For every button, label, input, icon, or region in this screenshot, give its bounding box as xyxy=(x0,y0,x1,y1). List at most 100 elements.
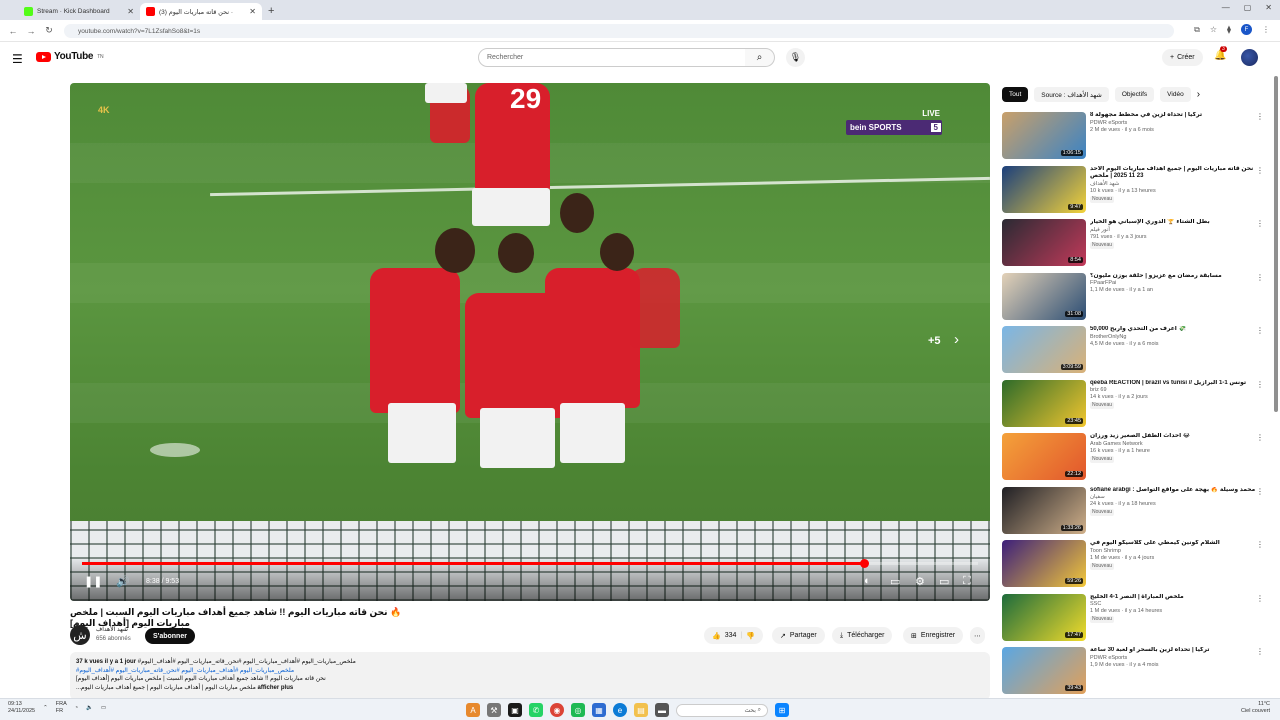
windows-start-icon[interactable]: ⊞ xyxy=(775,703,789,717)
more-vertical-icon[interactable]: ⋮ xyxy=(1256,647,1264,656)
recommendation-item[interactable]: 1:33:26 sofiane arabgi : محمد وسيلة 🔥 بهج… xyxy=(1002,486,1264,541)
close-icon[interactable]: ✕ xyxy=(249,7,256,16)
settings-gear-icon[interactable]: ⚙ xyxy=(915,575,925,588)
recommendation-item[interactable]: 39:43 تركيا | تحداه لزين بالسحر أو لعبة 3… xyxy=(1002,647,1264,701)
reload-icon[interactable]: ↻ xyxy=(44,25,54,36)
subtitles-icon[interactable]: ▭ xyxy=(890,575,900,588)
description-hashtags[interactable]: #ملخص_مباريات_اليوم #أهداف_مباريات_اليوم… xyxy=(76,667,984,676)
more-vertical-icon[interactable]: ⋮ xyxy=(1256,273,1264,282)
channel-avatar[interactable]: ش xyxy=(70,625,90,645)
recommendation-channel[interactable]: PDWR eSports xyxy=(1090,655,1256,662)
notifications-button[interactable]: 🔔 3 xyxy=(1214,46,1227,61)
thumbs-down-icon[interactable]: 👎 xyxy=(746,632,755,640)
recommendation-title[interactable]: تركيا | تحداه لزين في مخطط مجهولة 8 xyxy=(1090,112,1256,120)
description-box[interactable]: 37 k vues il y a 1 jour #ملخص_مباريات_ال… xyxy=(70,652,990,700)
video-thumbnail[interactable]: 3:09:59 xyxy=(1002,326,1086,373)
recommendation-title[interactable]: بطل الشتاء 🏆 الدوري الإسباني هو الخيار xyxy=(1090,219,1256,227)
recommendation-title[interactable]: أحداث الطفل الصغير زيد ورزان 😂 xyxy=(1090,433,1256,441)
tray-chevron-icon[interactable]: ⌃ xyxy=(43,705,48,712)
recommendation-item[interactable]: 1:06:15 تركيا | تحداه لزين في مخطط مجهولة… xyxy=(1002,112,1264,166)
recommendation-item[interactable]: 3:09:59 أعرف من التحدي واربح 50,000 💸 Brot… xyxy=(1002,326,1264,380)
minimize-icon[interactable]: — xyxy=(1222,3,1230,12)
close-icon[interactable]: ✕ xyxy=(127,7,134,16)
close-window-icon[interactable]: ✕ xyxy=(1265,3,1272,12)
recommendation-channel[interactable]: FPaarFPai xyxy=(1090,280,1256,287)
voice-search-button[interactable]: 🎙 xyxy=(786,48,805,67)
video-thumbnail[interactable]: 39:43 xyxy=(1002,647,1086,694)
app-icon[interactable]: ⚒ xyxy=(487,703,501,717)
chip-source[interactable]: Source : شهد الأهداف xyxy=(1034,87,1109,102)
like-count[interactable]: 334 xyxy=(725,632,737,639)
install-icon[interactable]: ⧉ xyxy=(1194,25,1200,35)
recommendation-title[interactable]: أعرف من التحدي واربح 50,000 💸 xyxy=(1090,326,1256,334)
recommendation-item[interactable]: 59:26 الشلام كونين كيمطي على كلاسيكو اليو… xyxy=(1002,540,1264,594)
taskbar-search[interactable]: بحث ⌕ xyxy=(676,703,768,717)
battery-icon[interactable]: ▭ xyxy=(101,705,106,712)
whatsapp-icon[interactable]: ✆ xyxy=(529,703,543,717)
recommendation-channel[interactable]: BrotherOnlyNg xyxy=(1090,334,1256,341)
recommendation-channel[interactable]: أنور فيلم xyxy=(1090,227,1256,234)
create-button[interactable]: + Créer xyxy=(1162,49,1203,66)
account-avatar[interactable] xyxy=(1241,49,1258,66)
video-thumbnail[interactable]: 1:06:15 xyxy=(1002,112,1086,159)
profile-icon[interactable]: F xyxy=(1241,24,1252,35)
chip-all[interactable]: Tout xyxy=(1002,87,1029,102)
chrome-icon[interactable]: ◉ xyxy=(550,703,564,717)
autoplay-toggle-icon[interactable]: ◐ xyxy=(864,575,871,587)
more-vertical-icon[interactable]: ⋮ xyxy=(1256,594,1264,603)
video-thumbnail[interactable]: 31:08 xyxy=(1002,272,1086,320)
app-icon[interactable]: ▣ xyxy=(508,703,522,717)
network-icon[interactable]: ◔ xyxy=(75,705,78,712)
video-player[interactable]: 29 4K LIVE bein SPORTS 5 +5 › ❚❚ 🔊 8:38 … xyxy=(70,83,990,601)
fullscreen-icon[interactable]: ⛶ xyxy=(963,575,971,588)
app-icon[interactable]: ▬ xyxy=(655,703,669,717)
youtube-logo[interactable]: YouTube TN xyxy=(36,51,104,62)
weather-widget[interactable]: 11°C Ciel couvert xyxy=(1241,701,1270,715)
back-icon[interactable]: ← xyxy=(8,26,18,36)
video-thumbnail[interactable]: 1:33:26 xyxy=(1002,486,1086,534)
file-explorer-icon[interactable]: ▤ xyxy=(634,703,648,717)
thumbs-up-icon[interactable]: 👍 xyxy=(712,632,721,640)
download-button[interactable]: ⤓ Télécharger xyxy=(832,627,893,644)
recommendation-channel[interactable]: briz 69 xyxy=(1090,387,1256,394)
video-thumbnail[interactable]: 59:26 xyxy=(1002,540,1086,587)
recommendation-title[interactable]: الشلام كونين كيمطي على كلاسيكو اليوم في xyxy=(1090,540,1256,548)
chevron-right-icon[interactable]: › xyxy=(1197,89,1200,100)
more-vertical-icon[interactable]: ⋮ xyxy=(1256,433,1264,442)
more-vertical-icon[interactable]: ⋮ xyxy=(1256,380,1264,389)
video-thumbnail[interactable]: 22:12 xyxy=(1002,433,1086,480)
recommendation-title[interactable]: مسابقة رمضان مع عزيزو | حلقة بوزن مليون؟ xyxy=(1090,273,1256,281)
save-button[interactable]: ⊞ Enregistrer xyxy=(903,627,964,644)
pause-icon[interactable]: ❚❚ xyxy=(84,575,102,588)
search-button[interactable]: ⌕ xyxy=(745,48,775,67)
more-vertical-icon[interactable]: ⋮ xyxy=(1256,219,1264,228)
theater-mode-icon[interactable]: ▭ xyxy=(939,575,949,588)
chevron-right-icon[interactable]: › xyxy=(954,331,959,348)
recommendation-item[interactable]: 31:08 مسابقة رمضان مع عزيزو | حلقة بوزن م… xyxy=(1002,272,1264,327)
recommendation-item[interactable]: 22:12 أحداث الطفل الصغير زيد ورزان 😂 Arab … xyxy=(1002,433,1264,487)
more-vertical-icon[interactable]: ⋮ xyxy=(1256,166,1264,175)
recommendation-channel[interactable]: SSC xyxy=(1090,601,1256,608)
browser-tab-kick[interactable]: Stream · Kick Dashboard ✕ xyxy=(18,3,140,20)
page-scrollbar[interactable] xyxy=(1274,76,1278,412)
recommendation-title[interactable]: نحن قاته مباريات اليوم | جميع أهداف مبار… xyxy=(1090,166,1256,181)
search-input[interactable]: Rechercher xyxy=(478,48,746,67)
video-thumbnail[interactable]: 9:47 xyxy=(1002,165,1086,213)
browser-tab-youtube[interactable]: (3) نحن قاته مباريات اليوم · ✕ xyxy=(140,3,262,20)
more-vertical-icon[interactable]: ⋮ xyxy=(1256,326,1264,335)
recommendation-title[interactable]: sofiane arabgi : محمد وسيلة 🔥 بهجة على م… xyxy=(1090,487,1256,495)
recommendation-item[interactable]: 17:47 ملخص المباراة | النصر 1-4 الخليج SSC… xyxy=(1002,593,1264,648)
more-vertical-icon[interactable]: ⋮ xyxy=(1256,540,1264,549)
recommendation-channel[interactable]: Arab Games Network xyxy=(1090,441,1256,448)
hamburger-menu-icon[interactable]: ☰ xyxy=(12,52,23,66)
app-icon[interactable]: A xyxy=(466,703,480,717)
url-field[interactable]: youtube.com/watch?v=7L1ZsfahSo8&t=1s xyxy=(64,24,1174,38)
video-thumbnail[interactable]: 8:54 xyxy=(1002,219,1086,266)
show-more-link[interactable]: afficher plus xyxy=(258,685,294,691)
recommendation-channel[interactable]: PDWR eSports xyxy=(1090,120,1256,127)
subscribe-button[interactable]: S'abonner xyxy=(145,628,195,644)
recommendation-title[interactable]: qeeba REACTION | brazil vs tunisi // تون… xyxy=(1090,380,1256,388)
more-vertical-icon[interactable]: ⋮ xyxy=(1256,487,1264,496)
recommendation-item[interactable]: 8:54 بطل الشتاء 🏆 الدوري الإسباني هو الخي… xyxy=(1002,219,1264,273)
bookmark-star-icon[interactable]: ☆ xyxy=(1210,25,1217,34)
